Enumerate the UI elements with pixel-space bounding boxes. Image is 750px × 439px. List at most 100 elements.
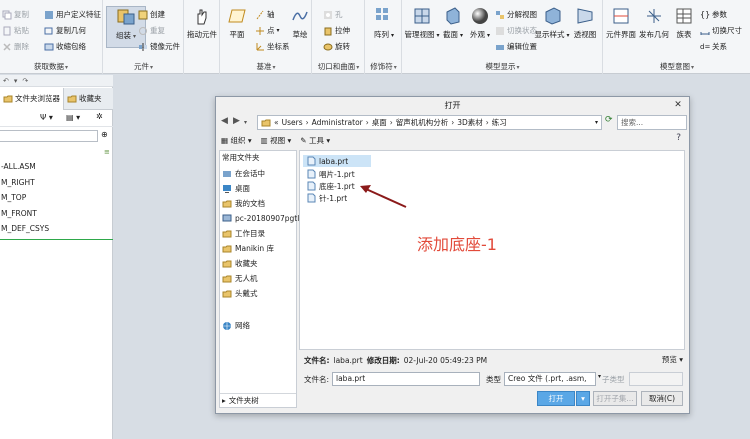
section-icon bbox=[443, 6, 463, 26]
create-button[interactable]: 创建 bbox=[138, 8, 165, 21]
breadcrumb-item[interactable]: Administrator bbox=[312, 118, 363, 127]
open-button[interactable]: 打开 bbox=[537, 391, 575, 406]
help-icon[interactable]: ? bbox=[676, 133, 681, 143]
tree-item[interactable]: M_RIGHT bbox=[0, 175, 113, 191]
repeat-button[interactable]: 重复 bbox=[138, 24, 165, 37]
search-input[interactable]: 搜索... bbox=[617, 115, 687, 130]
axis-button[interactable]: 轴 bbox=[255, 8, 275, 21]
refresh-icon[interactable]: ⟳ bbox=[605, 115, 613, 125]
preview-toggle[interactable]: 预览 ▾ bbox=[662, 354, 683, 365]
chevron-down-icon[interactable]: ▾ bbox=[14, 77, 18, 85]
switch-dimensions-button[interactable]: 切换尺寸 bbox=[700, 24, 742, 37]
view-button[interactable]: ▥ 视图 ▾ bbox=[261, 135, 292, 146]
user-defined-feature-button[interactable]: 用户定义特征 bbox=[44, 8, 101, 21]
chevron-down-icon[interactable]: ▾ bbox=[598, 373, 601, 380]
breadcrumb-item[interactable]: 桌面 bbox=[372, 117, 387, 128]
sidebar-item-favorites[interactable]: 收藏夹 bbox=[222, 257, 258, 270]
sidebar-item-network[interactable]: 网络 bbox=[222, 319, 250, 332]
sidebar-item-computer[interactable]: pc-20180907pgtl bbox=[222, 212, 299, 225]
ribbon-group-label[interactable]: 基准▾ bbox=[221, 61, 311, 72]
tools-button[interactable]: ✎ 工具 ▾ bbox=[300, 135, 330, 146]
point-button[interactable]: 点 ▾ bbox=[255, 24, 280, 37]
revolve-button[interactable]: 旋转 bbox=[323, 40, 350, 53]
ribbon-group-label[interactable]: 切口和曲面▾ bbox=[313, 61, 364, 72]
forward-icon[interactable]: ▶ bbox=[233, 116, 240, 126]
organize-button[interactable]: ▦ 组织 ▾ bbox=[221, 135, 252, 146]
component-interface-button[interactable]: 元件界面 bbox=[604, 6, 638, 48]
sidebar-item-working-directory[interactable]: 工作目录 bbox=[222, 227, 265, 240]
ribbon-group-label[interactable]: 模型意图▾ bbox=[604, 61, 750, 72]
file-type-select[interactable]: Creo 文件 (.prt, .asm, bbox=[504, 372, 596, 386]
file-item-selected[interactable]: laba.prt bbox=[303, 155, 371, 167]
file-item[interactable]: 针-1.prt bbox=[303, 192, 350, 204]
folder-icon bbox=[261, 118, 271, 128]
section-button[interactable]: 截面 ▾ bbox=[439, 6, 467, 48]
csys-button[interactable]: 坐标系 bbox=[255, 40, 290, 53]
ribbon-group-label[interactable]: 模型显示▾ bbox=[403, 61, 602, 72]
file-item[interactable]: 底座-1.prt bbox=[303, 180, 358, 192]
open-options-dropdown[interactable]: ▾ bbox=[576, 391, 590, 406]
tree-columns-icon[interactable]: Ψ ▾ bbox=[40, 113, 53, 122]
ribbon-group-label[interactable]: 获取数据▾ bbox=[0, 61, 102, 72]
tree-item[interactable]: M_TOP bbox=[0, 190, 113, 206]
extrude-button[interactable]: 拉伸 bbox=[323, 24, 350, 37]
tab-favorites[interactable]: 收藏夹 bbox=[64, 88, 105, 110]
tree-item[interactable]: M_DEF_CSYS bbox=[0, 221, 113, 237]
tree-item[interactable]: -ALL.ASM bbox=[0, 159, 113, 175]
appearance-button[interactable]: 外观 ▾ bbox=[466, 6, 494, 48]
publish-geometry-button[interactable]: 发布几何 bbox=[637, 6, 671, 48]
filename-input[interactable]: laba.prt bbox=[332, 372, 480, 386]
toggle-status-button[interactable]: 切换状态 bbox=[495, 24, 537, 37]
breadcrumb-item[interactable]: 练习 bbox=[492, 117, 507, 128]
pattern-button[interactable]: 阵列 ▾ bbox=[364, 6, 404, 48]
drag-component-button[interactable]: 拖动元件 bbox=[182, 6, 222, 48]
copy-geometry-button[interactable]: 复制几何 bbox=[44, 24, 86, 37]
tree-item[interactable]: M_FRONT bbox=[0, 206, 113, 222]
edit-position-button[interactable]: 编辑位置 bbox=[495, 40, 537, 53]
folder-icon bbox=[3, 94, 13, 104]
breadcrumb-item[interactable]: Users bbox=[282, 118, 303, 127]
tree-search-input[interactable] bbox=[0, 130, 98, 142]
relations-button[interactable]: d= 关系 bbox=[700, 40, 727, 53]
breadcrumb-item[interactable]: 留声机机构分析 bbox=[396, 117, 449, 128]
subtype-select[interactable] bbox=[629, 372, 683, 386]
sidebar-item-desktop[interactable]: 桌面 bbox=[222, 182, 250, 195]
settings-icon[interactable]: ✲ bbox=[96, 112, 103, 121]
exploded-view-button[interactable]: 分解视图 bbox=[495, 8, 537, 21]
parameters-button[interactable]: {} 参数 bbox=[700, 8, 727, 21]
breadcrumb-item[interactable]: 3D素材 bbox=[457, 117, 483, 128]
shrinkwrap-button[interactable]: 收缩包络 bbox=[44, 40, 86, 53]
copy-button[interactable]: 复制 bbox=[2, 8, 29, 21]
sidebar-item-manikin-library[interactable]: Manikin 库 bbox=[222, 242, 274, 255]
sidebar-item-my-documents[interactable]: 我的文档 bbox=[222, 197, 265, 210]
undo-icon[interactable]: ↶ bbox=[3, 77, 9, 85]
paste-button[interactable]: 粘贴 bbox=[2, 24, 29, 37]
path-breadcrumb[interactable]: « Users › Administrator › 桌面 › 留声机机构分析 › 3D素… bbox=[257, 115, 602, 130]
sketch-button[interactable]: 草绘 bbox=[287, 6, 313, 48]
hole-button[interactable]: 孔 bbox=[323, 8, 343, 21]
open-subset-button[interactable]: 打开子集... bbox=[593, 391, 637, 406]
close-icon[interactable]: ✕ bbox=[671, 98, 685, 112]
ribbon-group-label[interactable]: 修饰符▾ bbox=[366, 61, 401, 72]
chevron-down-icon[interactable]: ▾ bbox=[595, 119, 598, 126]
show-icon[interactable]: ▤ ▾ bbox=[66, 113, 80, 122]
tab-folder-browser[interactable]: 文件夹浏览器 bbox=[0, 87, 64, 110]
cancel-button[interactable]: 取消(C) bbox=[641, 391, 683, 406]
file-item[interactable]: 唱片-1.prt bbox=[303, 168, 358, 180]
mirror-component-button[interactable]: 镜像元件 bbox=[138, 40, 180, 53]
manage-views-button[interactable]: 管理视图 ▾ bbox=[403, 6, 441, 48]
sidebar-item-headset[interactable]: 头戴式 bbox=[222, 287, 258, 300]
chevron-down-icon[interactable]: ▾ bbox=[244, 119, 247, 126]
back-icon[interactable]: ◀ bbox=[221, 116, 228, 126]
display-style-button[interactable]: 显示样式 ▾ bbox=[533, 6, 571, 48]
perspective-button[interactable]: 透视图 bbox=[568, 6, 602, 48]
folder-tree-toggle[interactable]: ▸ 文件夹树 bbox=[220, 393, 296, 407]
expand-icon[interactable]: ⊕ bbox=[101, 130, 108, 139]
family-table-button[interactable]: 族表 bbox=[670, 6, 698, 48]
plane-button[interactable]: 平面 bbox=[221, 6, 253, 48]
sidebar-item-in-session[interactable]: 在会话中 bbox=[222, 167, 265, 180]
sidebar-item-drone[interactable]: 无人机 bbox=[222, 272, 258, 285]
redo-icon[interactable]: ↷ bbox=[22, 77, 28, 85]
ribbon-group-label[interactable]: 元件▾ bbox=[104, 61, 183, 72]
delete-button[interactable]: 删除 bbox=[2, 40, 29, 53]
